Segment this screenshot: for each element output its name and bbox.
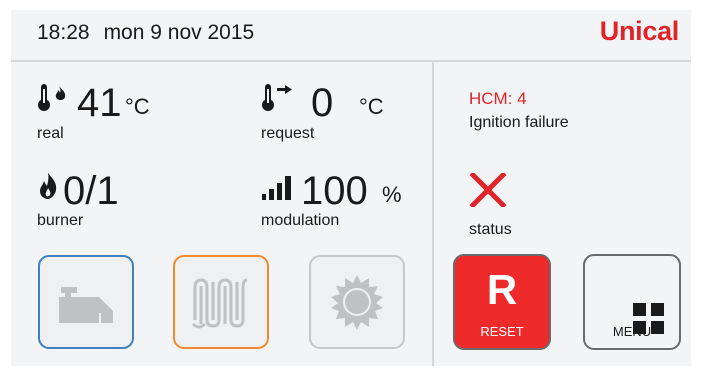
metric-burner: 0/1 burner [37,168,187,238]
date-text: mon 9 nov 2015 [103,21,255,44]
heating-button[interactable] [173,255,269,349]
request-temp-label: request [261,125,315,142]
menu-button[interactable]: MENU [583,254,681,350]
datetime: 18:28 mon 9 nov 2015 [37,21,254,45]
metric-request: 0 °C request [261,80,411,150]
vertical-divider [432,62,434,366]
reset-letter: R [486,266,518,313]
status-label: status [469,221,512,238]
sun-icon [331,275,383,330]
tap-water-button[interactable] [38,255,134,349]
signal-bars-icon [262,176,291,200]
control-panel: 18:28 mon 9 nov 2015 Unical 41 °C real 0 … [11,10,691,366]
burner-value: 0/1 [63,169,119,213]
menu-label: MENU [612,324,652,339]
modulation-value: 100 [301,169,368,213]
thermometer-arrow-icon [262,84,292,111]
thermometer-flame-icon [38,84,66,111]
metric-real: 41 °C real [37,80,187,150]
real-temp-unit: °C [125,94,150,119]
metric-modulation: 100 % modulation [261,168,431,238]
burner-label: burner [37,212,84,229]
header-bar: 18:28 mon 9 nov 2015 Unical [11,10,691,62]
request-temp-value: 0 [311,81,334,125]
reset-button[interactable]: R RESET [453,254,551,350]
real-temp-value: 41 [77,81,122,125]
request-temp-unit: °C [359,94,384,119]
modulation-label: modulation [261,212,340,229]
solar-button[interactable] [309,255,405,349]
alarm-code: HCM: 4 [469,89,527,108]
real-temp-label: real [37,125,64,142]
brand-logo: Unical [599,16,680,46]
flame-icon [40,173,57,199]
tap-water-icon [59,287,113,323]
reset-label: RESET [480,324,524,339]
modulation-unit: % [382,182,402,207]
radiator-icon [191,278,248,329]
error-x-icon [469,173,507,207]
time-text: 18:28 [37,21,90,44]
alarm-description: Ignition failure [469,114,569,131]
